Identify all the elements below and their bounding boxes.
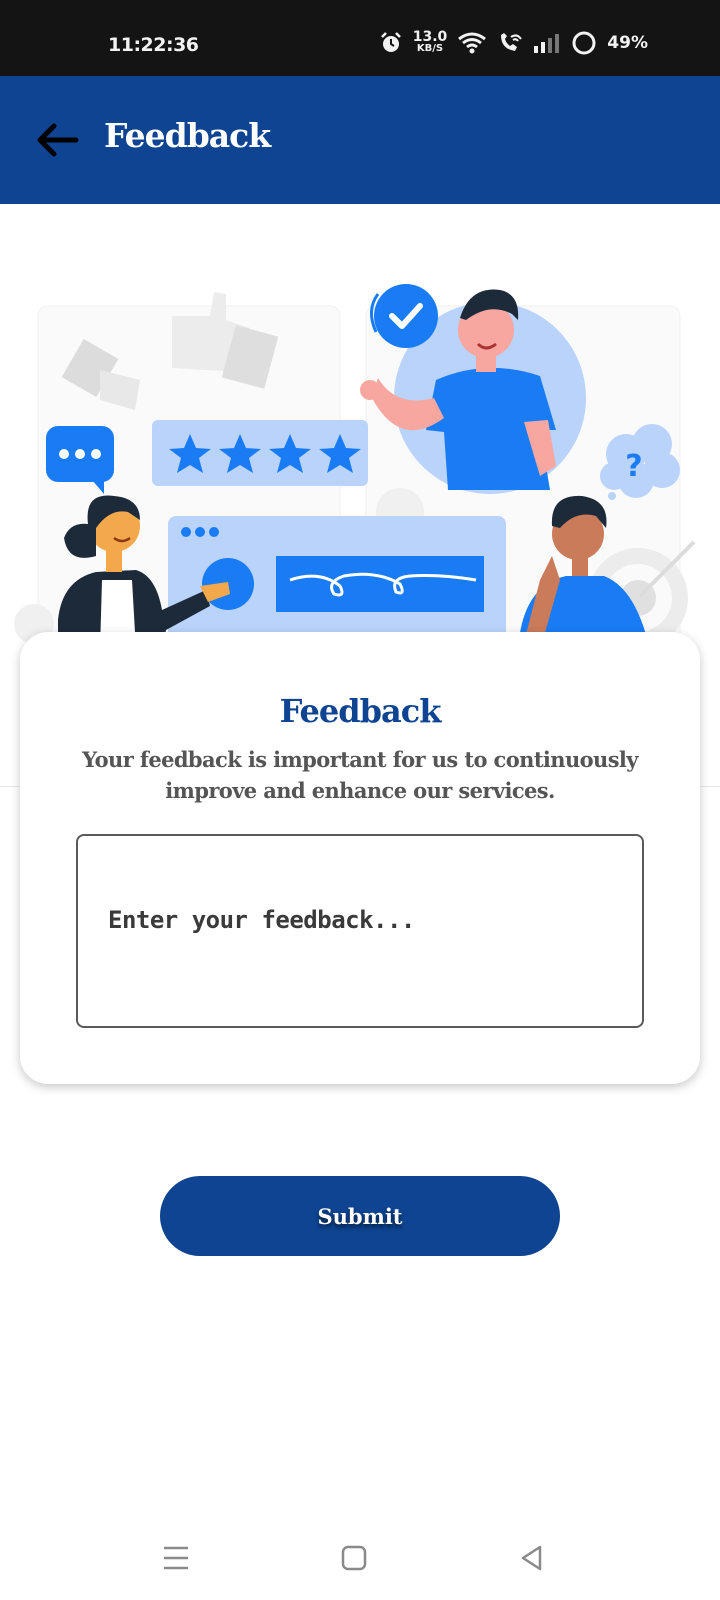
wifi-call-icon	[501, 33, 523, 51]
recent-apps-button[interactable]	[152, 1536, 200, 1580]
net-speed: 13.0 KB/S	[413, 30, 448, 55]
signal-icon	[534, 34, 560, 53]
star-rating-panel	[152, 420, 368, 486]
battery-percent: 49%	[607, 33, 648, 53]
feedback-card: Feedback Your feedback is important for …	[20, 632, 700, 1084]
system-back-button[interactable]	[508, 1536, 556, 1580]
menu-icon	[164, 1546, 188, 1570]
svg-text:?: ?	[625, 449, 642, 484]
battery-ring-icon	[572, 31, 596, 55]
browser-window	[168, 516, 506, 650]
back-triangle-icon	[521, 1545, 542, 1571]
wifi-icon	[458, 32, 487, 54]
feedback-illustration: ?	[14, 284, 696, 650]
status-bar: 11:22:36 13.0 KB/S 49%	[0, 0, 720, 76]
back-button[interactable]	[26, 110, 86, 170]
app-bar-title: Feedback	[104, 116, 271, 155]
home-button[interactable]	[330, 1536, 378, 1580]
arrow-left-icon	[37, 123, 79, 157]
system-nav-bar	[0, 1516, 720, 1600]
status-icons: 13.0 KB/S 49%	[379, 30, 648, 56]
feedback-input[interactable]	[108, 906, 608, 934]
card-subtitle: Your feedback is important for us to con…	[82, 747, 638, 803]
feedback-input-box[interactable]	[76, 834, 644, 1028]
card-title: Feedback	[279, 692, 442, 730]
alarm-icon	[380, 32, 401, 52]
status-time: 11:22:36	[108, 34, 199, 56]
submit-button[interactable]: Submit	[160, 1176, 560, 1256]
home-square-icon	[341, 1545, 367, 1571]
app-bar: Feedback	[0, 76, 720, 204]
net-speed-unit: KB/S	[416, 43, 444, 54]
